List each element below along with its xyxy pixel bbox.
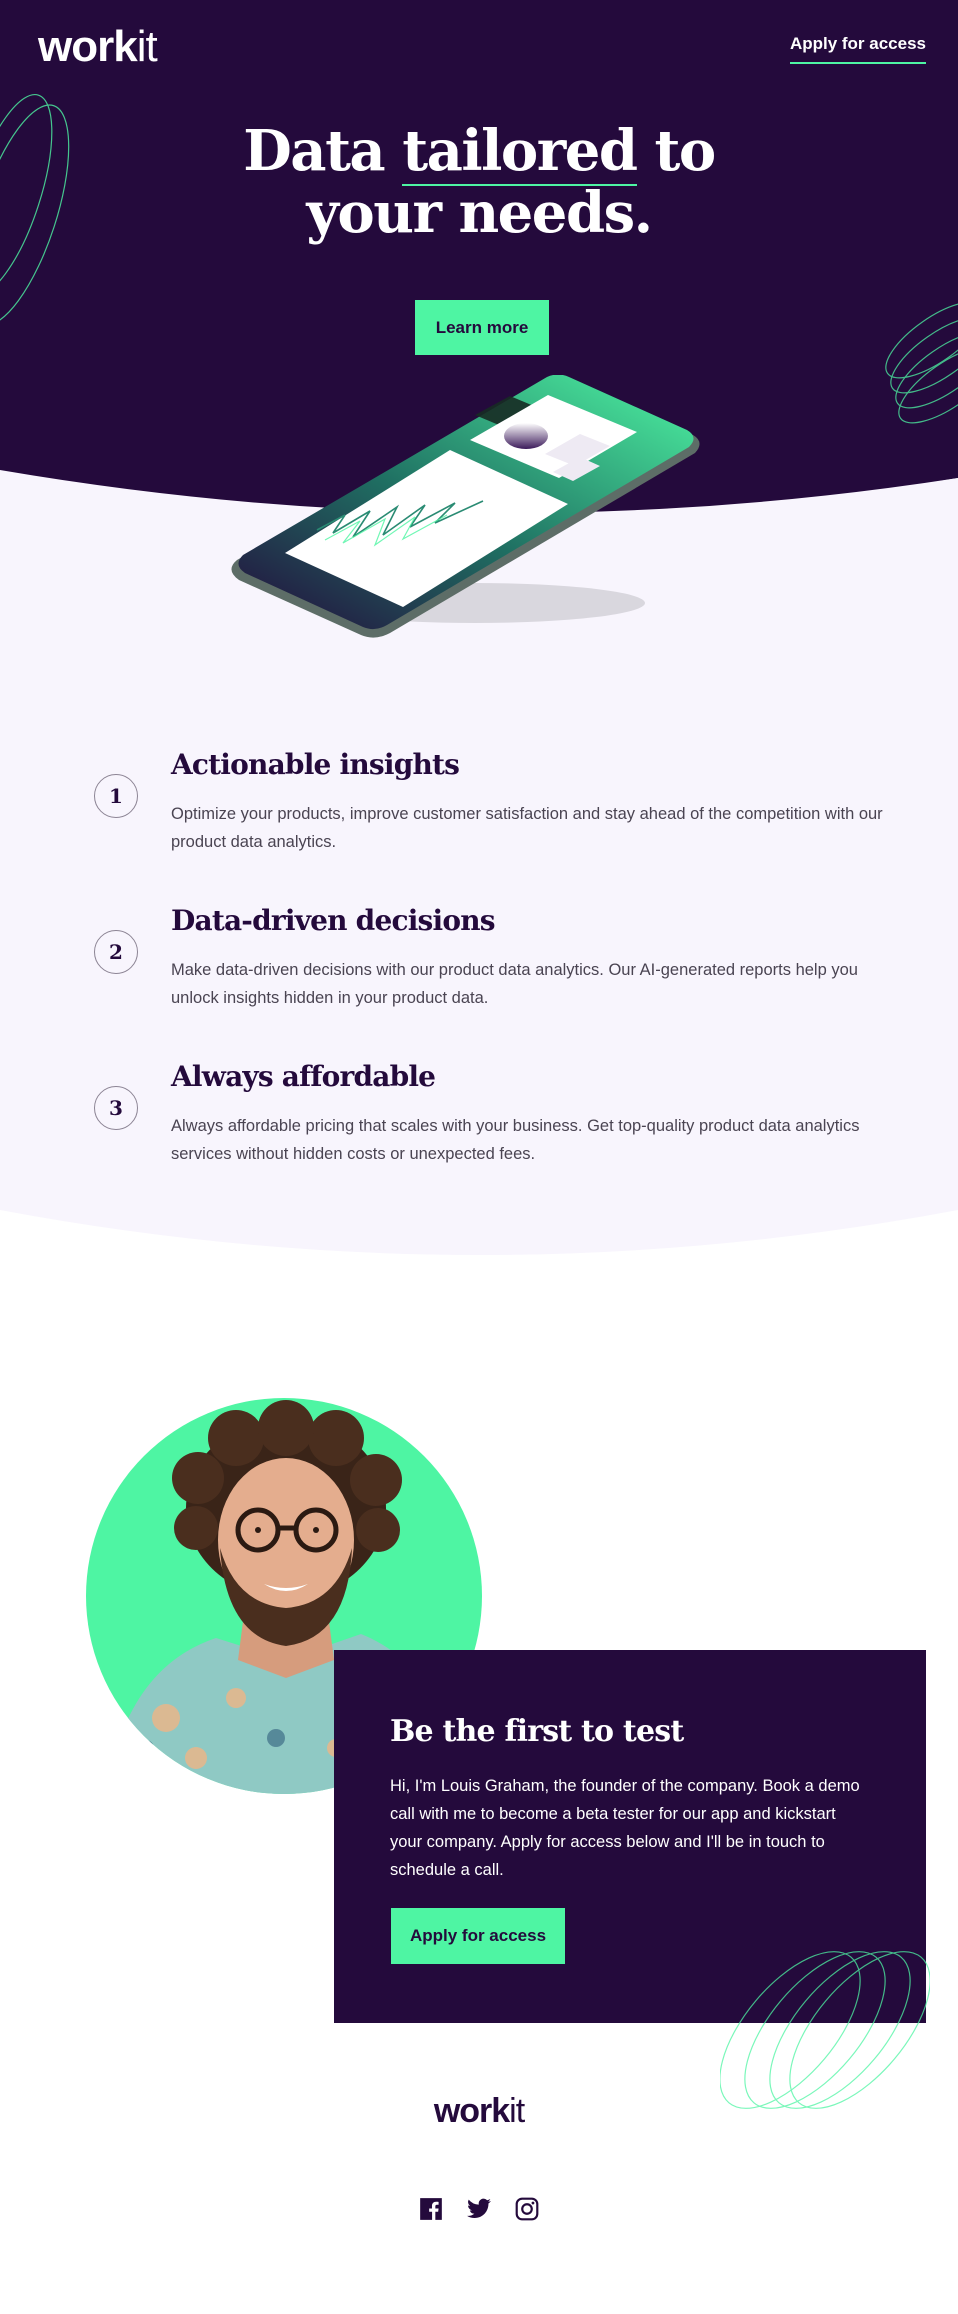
instagram-icon[interactable] bbox=[514, 2196, 540, 2222]
hero-title-part-a: Data bbox=[243, 118, 403, 184]
hero-title-underlined: tailored bbox=[402, 118, 638, 186]
twitter-icon[interactable] bbox=[466, 2196, 492, 2222]
footer-logo-thin: it bbox=[509, 2092, 525, 2130]
feature-title: Data-driven decisions bbox=[171, 904, 496, 937]
hero-title-line2: your needs. bbox=[306, 180, 653, 246]
hero-title-part-c: to bbox=[636, 118, 717, 184]
logo-main: work bbox=[38, 22, 138, 71]
feature-text: Always affordable pricing that scales wi… bbox=[171, 1117, 860, 1163]
apply-for-access-button[interactable]: Apply for access bbox=[391, 1908, 565, 1964]
hero-title: Data tailored to your needs. bbox=[0, 118, 958, 246]
logo-thin: it bbox=[136, 22, 158, 71]
social-links bbox=[0, 2196, 958, 2222]
footer-logo[interactable]: workit bbox=[0, 2092, 958, 2131]
feature-number: 2 bbox=[94, 930, 138, 974]
feature-title: Actionable insights bbox=[171, 748, 460, 781]
founder-text: Hi, I'm Louis Graham, the founder of the… bbox=[390, 1777, 860, 1879]
feature-number: 1 bbox=[94, 774, 138, 818]
feature-text: Optimize your products, improve customer… bbox=[171, 805, 883, 851]
facebook-icon[interactable] bbox=[418, 2196, 444, 2222]
feature-number: 3 bbox=[94, 1086, 138, 1130]
footer-logo-main: work bbox=[433, 2092, 510, 2130]
feature-title: Always affordable bbox=[171, 1060, 436, 1093]
phone-illustration bbox=[231, 375, 700, 638]
nav-apply-link[interactable]: Apply for access bbox=[789, 34, 926, 64]
feature-text: Make data-driven decisions with our prod… bbox=[171, 961, 858, 1007]
learn-more-button[interactable]: Learn more bbox=[415, 300, 549, 355]
founder-title: Be the first to test bbox=[390, 1714, 684, 1749]
header-logo[interactable]: workit bbox=[38, 22, 158, 72]
